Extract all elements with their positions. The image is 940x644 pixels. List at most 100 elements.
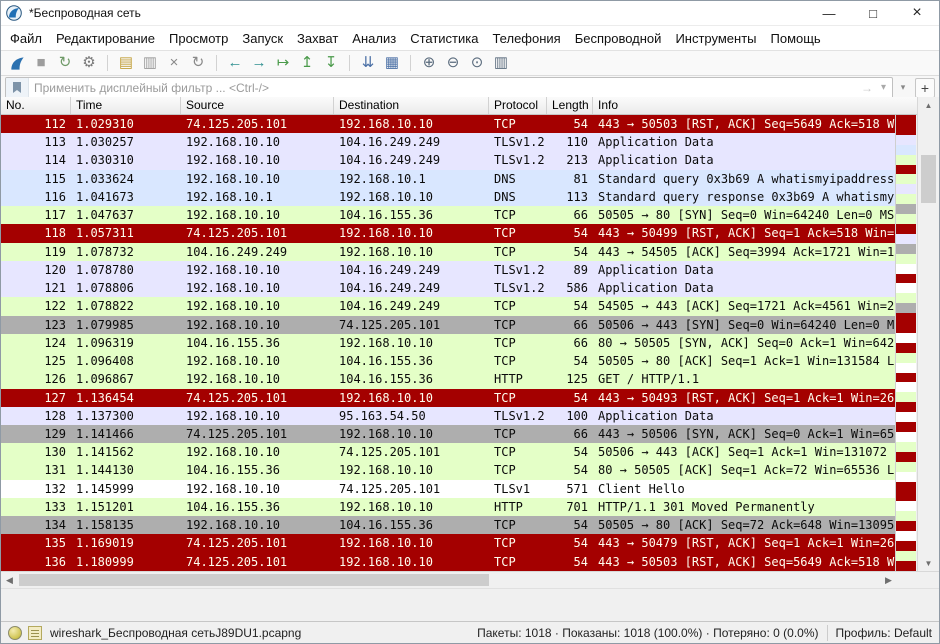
packet-row[interactable]: 1171.047637192.168.10.10104.16.155.36TCP… bbox=[1, 206, 897, 224]
scrollbar-corner bbox=[895, 571, 939, 588]
go-back-icon[interactable]: ← bbox=[224, 53, 246, 73]
packet-row[interactable]: 1361.18099974.125.205.101192.168.10.10TC… bbox=[1, 553, 897, 571]
packet-row[interactable]: 1341.158135192.168.10.10104.16.155.36TCP… bbox=[1, 516, 897, 534]
profile-label[interactable]: Профиль: Default bbox=[836, 626, 933, 640]
menu-item[interactable]: Файл bbox=[10, 31, 42, 46]
filter-placeholder: Применить дисплейный фильтр ... <Ctrl-/> bbox=[29, 81, 861, 95]
menu-item[interactable]: Захват bbox=[297, 31, 338, 46]
packet-row[interactable]: 1271.13645474.125.205.101192.168.10.10TC… bbox=[1, 389, 897, 407]
cell-protocol: HTTP bbox=[489, 370, 547, 388]
open-file-icon[interactable]: ▤ bbox=[115, 53, 137, 73]
zoom-reset-icon[interactable]: ⊙ bbox=[466, 53, 488, 73]
expert-info-icon[interactable] bbox=[8, 626, 22, 640]
cell-length: 89 bbox=[547, 261, 593, 279]
colorize-icon[interactable]: ▦ bbox=[381, 53, 403, 73]
cell-source: 192.168.10.10 bbox=[181, 352, 334, 370]
packet-row[interactable]: 1121.02931074.125.205.101192.168.10.10TC… bbox=[1, 115, 897, 133]
menu-item[interactable]: Беспроводной bbox=[575, 31, 662, 46]
filter-expression-dropdown-icon[interactable]: ▾ bbox=[896, 79, 910, 97]
menu-item[interactable]: Инструменты bbox=[675, 31, 756, 46]
scroll-up-icon[interactable]: ▲ bbox=[918, 97, 939, 113]
packet-row[interactable]: 1281.137300192.168.10.1095.163.54.50TLSv… bbox=[1, 407, 897, 425]
go-forward-icon[interactable]: → bbox=[248, 53, 270, 73]
go-to-packet-icon[interactable]: ↦ bbox=[272, 53, 294, 73]
cell-info: 443 → 50493 [RST, ACK] Seq=1 Ack=1 Win=2… bbox=[593, 389, 897, 407]
cell-length: 213 bbox=[547, 151, 593, 169]
column-header-time[interactable]: Time bbox=[71, 97, 181, 114]
reload-file-icon[interactable]: ↻ bbox=[187, 53, 209, 73]
column-header-no[interactable]: No. bbox=[1, 97, 71, 114]
menu-item[interactable]: Анализ bbox=[352, 31, 396, 46]
save-file-icon[interactable]: ▥ bbox=[139, 53, 161, 73]
restart-capture-icon[interactable]: ↻ bbox=[54, 53, 76, 73]
display-filter-input[interactable]: Применить дисплейный фильтр ... <Ctrl-/>… bbox=[5, 77, 893, 99]
maximize-button[interactable]: □ bbox=[851, 1, 895, 25]
minimize-button[interactable]: — bbox=[807, 1, 851, 25]
cell-no: 131 bbox=[1, 461, 71, 479]
packet-row[interactable]: 1201.078780192.168.10.10104.16.249.249TL… bbox=[1, 261, 897, 279]
filter-add-button[interactable]: + bbox=[915, 78, 935, 98]
packet-row[interactable]: 1131.030257192.168.10.10104.16.249.249TL… bbox=[1, 133, 897, 151]
cell-info: 50505 → 80 [ACK] Seq=1 Ack=1 Win=131584 … bbox=[593, 352, 897, 370]
cell-no: 127 bbox=[1, 389, 71, 407]
packet-row[interactable]: 1241.096319104.16.155.36192.168.10.10TCP… bbox=[1, 334, 897, 352]
packet-row[interactable]: 1301.141562192.168.10.1074.125.205.101TC… bbox=[1, 443, 897, 461]
capture-comment-icon[interactable] bbox=[28, 626, 42, 640]
packet-row[interactable]: 1311.144130104.16.155.36192.168.10.10TCP… bbox=[1, 461, 897, 479]
zoom-out-icon[interactable]: ⊖ bbox=[442, 53, 464, 73]
scroll-down-icon[interactable]: ▼ bbox=[918, 555, 939, 571]
menu-item[interactable]: Телефония bbox=[492, 31, 560, 46]
filter-caret-icon[interactable]: ▾ bbox=[875, 82, 892, 93]
start-capture-icon[interactable] bbox=[6, 53, 28, 73]
packet-row[interactable]: 1291.14146674.125.205.101192.168.10.10TC… bbox=[1, 425, 897, 443]
packet-row[interactable]: 1221.078822192.168.10.10104.16.249.249TC… bbox=[1, 297, 897, 315]
cell-info: 443 → 54505 [ACK] Seq=3994 Ack=1721 Win=… bbox=[593, 243, 897, 261]
packet-row[interactable]: 1331.151201104.16.155.36192.168.10.10HTT… bbox=[1, 498, 897, 516]
packet-minimap[interactable] bbox=[895, 115, 916, 571]
zoom-in-icon[interactable]: ⊕ bbox=[418, 53, 440, 73]
packet-row[interactable]: 1321.145999192.168.10.1074.125.205.101TL… bbox=[1, 480, 897, 498]
column-header-info[interactable]: Info bbox=[593, 97, 919, 114]
capture-options-icon[interactable]: ⚙ bbox=[78, 53, 100, 73]
go-first-icon[interactable]: ↥ bbox=[296, 53, 318, 73]
packet-row[interactable]: 1181.05731174.125.205.101192.168.10.10TC… bbox=[1, 224, 897, 242]
packet-row[interactable]: 1141.030310192.168.10.10104.16.249.249TL… bbox=[1, 151, 897, 169]
packet-row[interactable]: 1151.033624192.168.10.10192.168.10.1DNS8… bbox=[1, 170, 897, 188]
vertical-scrollbar[interactable]: ▲ ▼ bbox=[917, 97, 939, 571]
close-button[interactable]: × bbox=[895, 1, 939, 25]
close-file-icon[interactable]: × bbox=[163, 53, 185, 73]
filter-apply-icon[interactable]: → bbox=[861, 81, 875, 95]
go-last-icon[interactable]: ↧ bbox=[320, 53, 342, 73]
auto-scroll-icon[interactable]: ⇊ bbox=[357, 53, 379, 73]
menu-item[interactable]: Помощь bbox=[771, 31, 821, 46]
cell-protocol: TLSv1 bbox=[489, 480, 547, 498]
capture-filename: wireshark_Беспроводная сетьJ89DU1.pcapng bbox=[50, 626, 477, 640]
horizontal-scrollbar-thumb[interactable] bbox=[19, 574, 489, 586]
resize-columns-icon[interactable]: ▥ bbox=[490, 53, 512, 73]
menu-item[interactable]: Статистика bbox=[410, 31, 478, 46]
packet-row[interactable]: 1161.041673192.168.10.1192.168.10.10DNS1… bbox=[1, 188, 897, 206]
column-header-length[interactable]: Length bbox=[547, 97, 593, 114]
filter-bookmark-icon[interactable] bbox=[6, 78, 29, 98]
packet-row[interactable]: 1261.096867192.168.10.10104.16.155.36HTT… bbox=[1, 370, 897, 388]
vertical-scrollbar-thumb[interactable] bbox=[921, 155, 936, 203]
packet-row[interactable]: 1211.078806192.168.10.10104.16.249.249TL… bbox=[1, 279, 897, 297]
packet-row[interactable]: 1351.16901974.125.205.101192.168.10.10TC… bbox=[1, 534, 897, 552]
cell-protocol: TLSv1.2 bbox=[489, 133, 547, 151]
menu-item[interactable]: Редактирование bbox=[56, 31, 155, 46]
cell-length: 701 bbox=[547, 498, 593, 516]
stop-capture-icon[interactable]: ■ bbox=[30, 53, 52, 73]
packet-row[interactable]: 1251.096408192.168.10.10104.16.155.36TCP… bbox=[1, 352, 897, 370]
packet-row[interactable]: 1191.078732104.16.249.249192.168.10.10TC… bbox=[1, 243, 897, 261]
cell-source: 192.168.10.10 bbox=[181, 279, 334, 297]
column-header-protocol[interactable]: Protocol bbox=[489, 97, 547, 114]
menu-item[interactable]: Запуск bbox=[242, 31, 283, 46]
cell-protocol: DNS bbox=[489, 170, 547, 188]
packet-row[interactable]: 1231.079985192.168.10.1074.125.205.101TC… bbox=[1, 316, 897, 334]
scroll-left-icon[interactable]: ◀ bbox=[1, 572, 18, 588]
column-header-source[interactable]: Source bbox=[181, 97, 334, 114]
minimap-stripe bbox=[896, 155, 916, 165]
column-header-destination[interactable]: Destination bbox=[334, 97, 489, 114]
menu-item[interactable]: Просмотр bbox=[169, 31, 228, 46]
horizontal-scrollbar[interactable]: ◀ ▶ bbox=[1, 571, 897, 588]
